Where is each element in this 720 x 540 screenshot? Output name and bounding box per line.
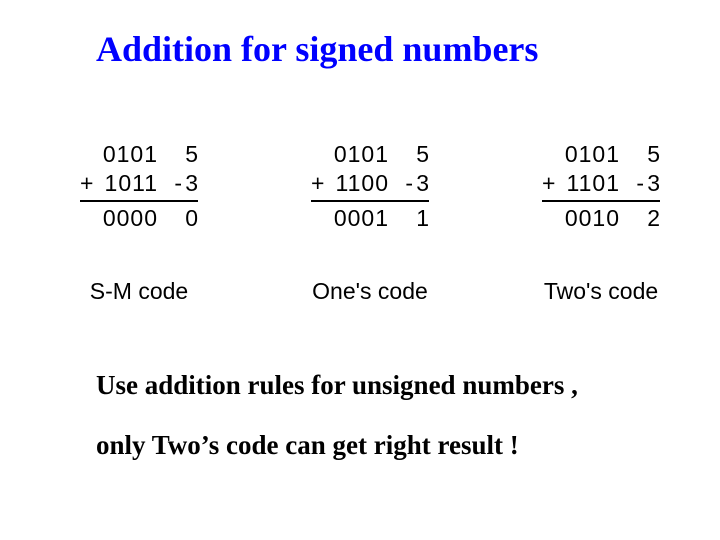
addition-block: 0101 5 + 1101 - 3 0010 2 [542,140,660,232]
operand-2-row: + 1101 - 3 [542,169,660,198]
result-binary: 0010 [560,204,620,233]
body-line-1: Use addition rules for unsigned numbers … [96,370,578,401]
op2-decimal: 3 [644,169,660,198]
sum-rule-line [311,200,429,202]
operand-1-row: 0101 5 [311,140,429,169]
op1-binary: 0101 [560,140,620,169]
page-title: Addition for signed numbers [96,28,538,70]
op2-decimal: 3 [413,169,429,198]
op2-dec-sign: - [399,169,413,198]
result-decimal: 2 [644,204,660,233]
sum-rule-line [542,200,660,202]
example-sm-code: 0101 5 + 1011 - 3 0000 0 S-M code [80,140,198,305]
result-decimal: 0 [182,204,198,233]
code-label: Two's code [544,278,658,305]
operand-2-row: + 1011 - 3 [80,169,198,198]
result-row: 0000 0 [80,204,198,233]
op2-decimal: 3 [182,169,198,198]
result-binary: 0000 [98,204,158,233]
op1-decimal: 5 [182,140,198,169]
addition-block: 0101 5 + 1100 - 3 0001 1 [311,140,429,232]
operand-1-row: 0101 5 [80,140,198,169]
plus-sign: + [311,169,329,198]
op2-dec-sign: - [630,169,644,198]
sum-rule-line [80,200,198,202]
operand-2-row: + 1100 - 3 [311,169,429,198]
plus-sign: + [542,169,560,198]
examples-row: 0101 5 + 1011 - 3 0000 0 S-M code [80,140,660,305]
op1-decimal: 5 [644,140,660,169]
op1-binary: 0101 [98,140,158,169]
code-label: S-M code [90,278,188,305]
op1-decimal: 5 [413,140,429,169]
op2-binary: 1100 [329,169,389,198]
op2-dec-sign: - [168,169,182,198]
operand-1-row: 0101 5 [542,140,660,169]
result-row: 0001 1 [311,204,429,233]
addition-block: 0101 5 + 1011 - 3 0000 0 [80,140,198,232]
result-binary: 0001 [329,204,389,233]
example-twos-code: 0101 5 + 1101 - 3 0010 2 Two's code [542,140,660,305]
result-row: 0010 2 [542,204,660,233]
plus-sign: + [80,169,98,198]
op2-binary: 1101 [560,169,620,198]
op1-binary: 0101 [329,140,389,169]
result-decimal: 1 [413,204,429,233]
example-ones-code: 0101 5 + 1100 - 3 0001 1 One's code [311,140,429,305]
code-label: One's code [312,278,428,305]
op2-binary: 1011 [98,169,158,198]
body-line-2: only Two’s code can get right result ! [96,430,519,461]
